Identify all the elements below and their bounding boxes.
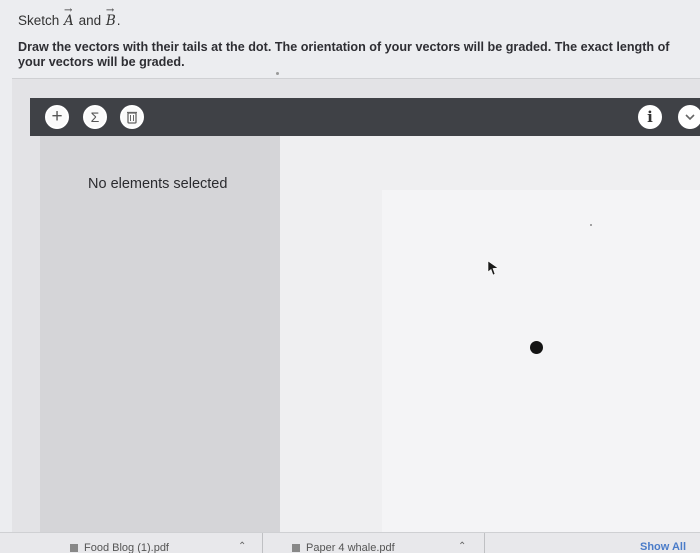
vector-b-symbol: B [105,0,117,32]
download-filename: Paper 4 whale.pdf [306,542,395,553]
chevron-up-icon[interactable]: ⌃ [458,541,466,552]
chevron-up-icon[interactable]: ⌃ [238,541,246,552]
drawing-canvas[interactable] [382,190,700,553]
chevron-down-icon[interactable] [678,105,700,129]
prompt-prefix: Sketch [18,13,60,28]
prompt-conjunction: and [78,13,102,28]
show-all-button[interactable]: Show All [640,541,686,553]
applet-toolbar: + Σ i [30,98,700,136]
download-item[interactable]: Paper 4 whale.pdf [292,542,395,553]
download-filename: Food Blog (1).pdf [84,542,169,553]
download-divider [262,533,263,553]
add-icon[interactable]: + [45,105,69,129]
chevron-glyph [685,114,695,121]
question-instructions: Draw the vectors with their tails at the… [18,40,670,69]
vector-tail-dot[interactable] [530,341,543,354]
element-list-panel: No elements selected [40,136,280,553]
question-block: Sketch A and B. Draw the vectors with th… [18,0,688,70]
question-prompt: Sketch A and B. [18,0,688,32]
empty-selection-message: No elements selected [88,176,228,192]
stray-mark [276,72,279,75]
trash-icon[interactable] [120,105,144,129]
canvas-speck [590,224,592,226]
download-bar: Food Blog (1).pdf ⌃ Paper 4 whale.pdf ⌃ … [0,532,700,553]
download-divider [484,533,485,553]
mouse-cursor-icon [487,260,499,276]
pdf-icon [70,544,78,552]
info-icon[interactable]: i [638,105,662,129]
pdf-icon [292,544,300,552]
vector-a-symbol: A [63,0,75,32]
prompt-period: . [116,13,121,28]
trash-glyph [127,111,137,124]
download-item[interactable]: Food Blog (1).pdf [70,542,169,553]
sigma-icon[interactable]: Σ [83,105,107,129]
